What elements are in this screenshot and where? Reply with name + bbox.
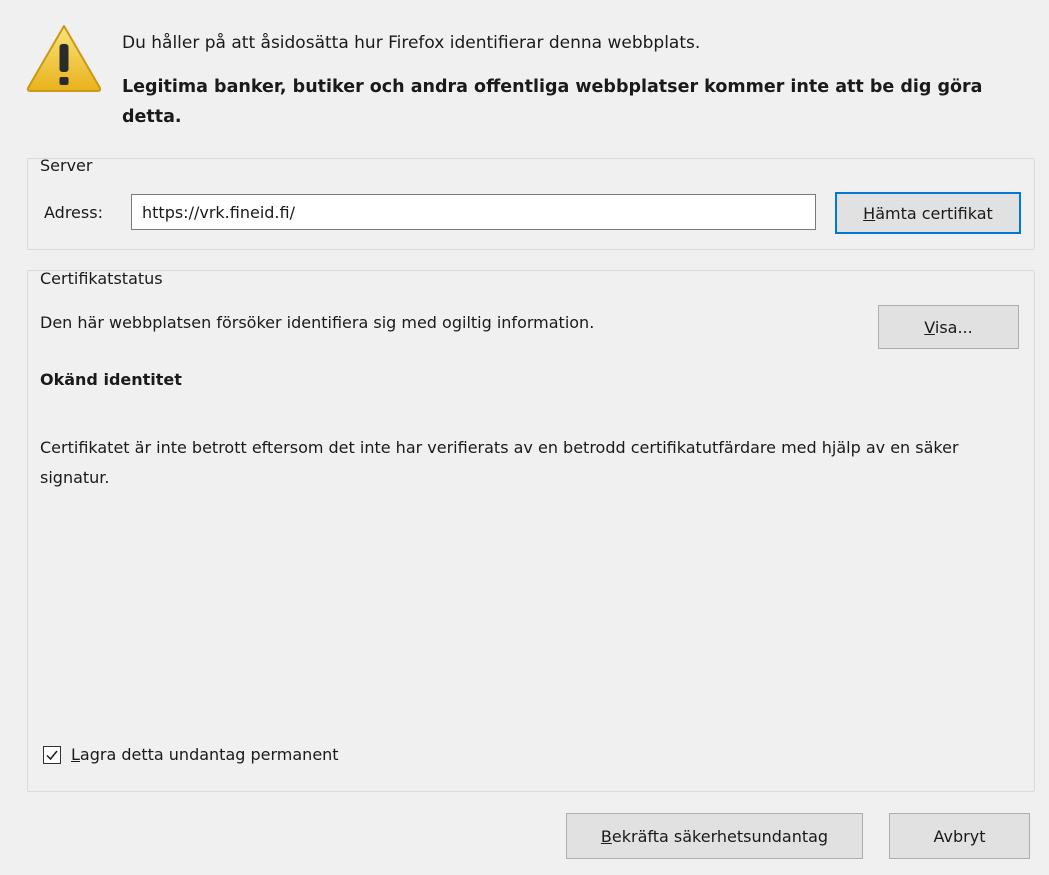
- view-certificate-button[interactable]: Visa...: [878, 305, 1019, 349]
- identity-detail: Certifikatet är inte betrott eftersom de…: [40, 438, 959, 487]
- fetch-certificate-button[interactable]: Hämta certifikat: [835, 192, 1021, 234]
- server-group-label: Server: [40, 156, 93, 175]
- address-label: Adress:: [44, 203, 103, 222]
- status-message: Den här webbplatsen försöker identifiera…: [40, 313, 595, 332]
- check-icon: [46, 750, 58, 761]
- warning-icon: [24, 22, 104, 94]
- cancel-button[interactable]: Avbryt: [889, 813, 1030, 859]
- fetch-certificate-mnemonic: H: [863, 203, 876, 223]
- store-permanently-mnemonic: L: [71, 745, 80, 764]
- identity-heading: Okänd identitet: [40, 370, 182, 389]
- warning-message: Du håller på att åsidosätta hur Firefox …: [122, 33, 701, 53]
- fetch-certificate-label: ämta certifikat: [875, 203, 993, 223]
- view-certificate-mnemonic: V: [924, 317, 935, 337]
- confirm-exception-label: ekräfta säkerhetsundantag: [611, 826, 829, 846]
- store-permanently-checkbox[interactable]: [43, 746, 61, 764]
- confirm-exception-button[interactable]: Bekräfta säkerhetsundantag: [566, 813, 863, 859]
- store-permanently-text: agra detta undantag permanent: [79, 745, 339, 764]
- confirm-exception-mnemonic: B: [600, 826, 612, 846]
- warning-emphasis: Legitima banker, butiker och andra offen…: [122, 77, 983, 127]
- view-certificate-label: isa...: [934, 317, 973, 337]
- address-input[interactable]: [131, 194, 816, 230]
- add-security-exception-dialog: Du håller på att åsidosätta hur Firefox …: [0, 0, 1049, 875]
- store-permanently-label[interactable]: Lagra detta undantag permanent: [71, 745, 339, 765]
- certificate-status-group-label: Certifikatstatus: [40, 269, 163, 288]
